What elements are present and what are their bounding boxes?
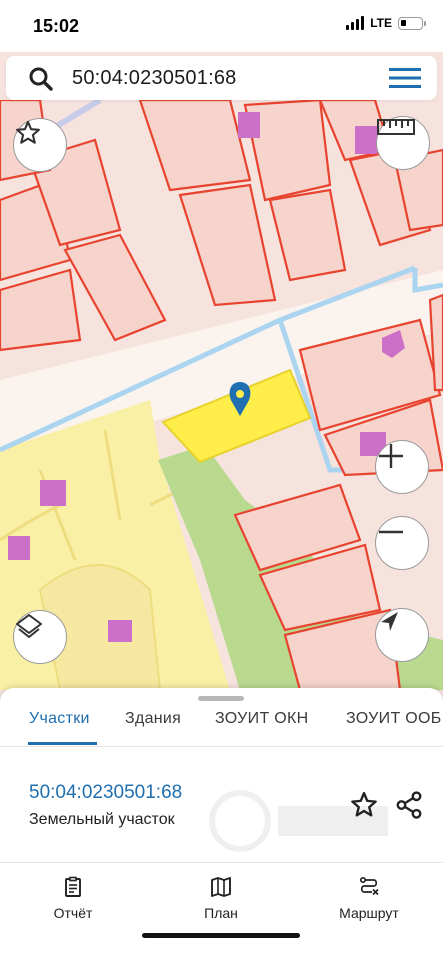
tab-zouit-oob[interactable]: ЗОУИТ ООБ [346,710,442,728]
layers-icon [16,614,42,638]
my-location-button[interactable] [375,608,429,662]
navigation-arrow-icon [381,612,398,631]
route-icon [359,876,379,896]
zoom-in-button[interactable] [375,440,429,494]
parcel-cadastral-number[interactable]: 50:04:0230501:68 [29,782,182,804]
menu-icon[interactable] [389,67,421,89]
tabs-divider [0,746,443,747]
active-tab-indicator [28,742,97,745]
network-type: LTE [370,16,392,30]
battery-icon [398,16,426,30]
search-icon[interactable] [28,66,54,92]
share-icon[interactable] [394,790,424,820]
tab-zouit-okn[interactable]: ЗОУИТ ОКН [215,710,308,728]
star-icon [16,120,40,144]
star-icon[interactable] [349,790,379,820]
nav-report-label: Отчёт [53,905,93,921]
minus-icon [379,530,403,534]
report-icon [65,876,81,897]
drag-handle[interactable] [198,696,244,701]
bottom-navigation: Отчёт План Маршрут [0,863,443,960]
layers-button[interactable] [13,610,67,664]
tab-buildings[interactable]: Здания [125,710,181,728]
plus-icon [379,444,403,468]
favorite-button[interactable] [13,118,67,172]
tab-parcels[interactable]: Участки [29,710,90,728]
status-indicators: LTE [346,16,426,30]
status-bar: 15:02 LTE [0,0,443,52]
status-time: 15:02 [33,16,80,36]
map-plan-icon [211,877,231,897]
nav-report[interactable]: Отчёт [18,875,128,921]
cadastral-map[interactable] [0,100,443,690]
screen: 15:02 LTE 50:04:0230501:68 Участки Здани… [0,0,443,960]
nav-route[interactable]: Маршрут [314,875,424,921]
battery-level [401,19,406,26]
zoom-out-button[interactable] [375,516,429,570]
search-input[interactable]: 50:04:0230501:68 [72,67,236,90]
map-canvas[interactable] [0,100,443,690]
search-bar[interactable]: 50:04:0230501:68 [6,56,437,100]
home-indicator[interactable] [142,933,300,938]
nav-plan[interactable]: План [166,875,276,921]
nav-route-label: Маршрут [339,905,399,921]
ruler-button[interactable] [376,116,430,170]
nav-plan-label: План [204,905,238,921]
signal-icon [346,16,365,30]
ruler-icon [377,119,415,135]
parcel-info-sheet[interactable]: Участки Здания ЗОУИТ ОКН ЗОУИТ ООБ 50:04… [0,688,443,960]
parcel-type: Земельный участок [29,811,175,828]
